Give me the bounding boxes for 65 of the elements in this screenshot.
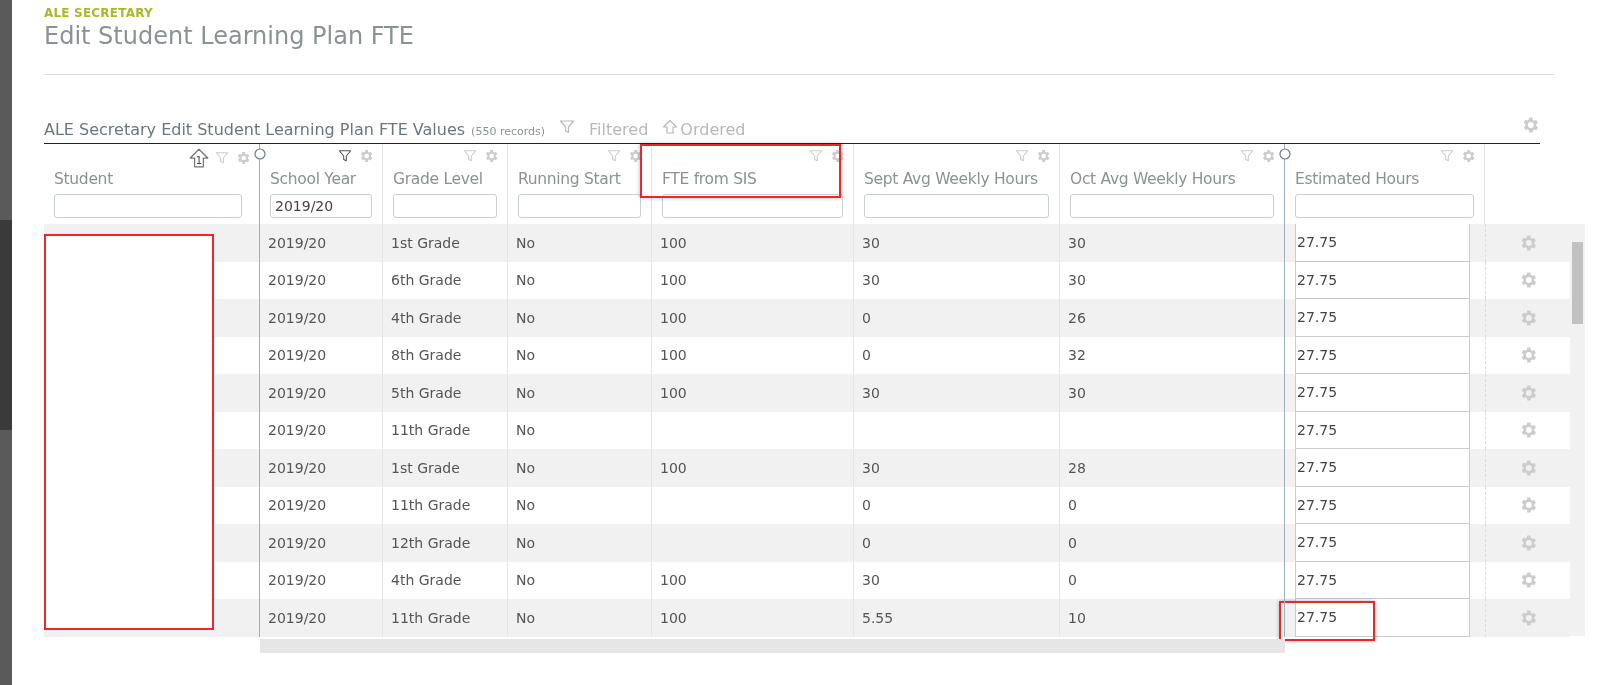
table-cell: 100	[652, 374, 854, 412]
table-cell: 100	[652, 599, 854, 637]
table-cell: 100	[652, 449, 854, 487]
table-cell: 1st Grade	[383, 449, 508, 487]
table-cell: 2019/20	[260, 374, 383, 412]
table-cell: 0	[854, 524, 1060, 562]
table-cell: 5th Grade	[383, 374, 508, 412]
vertical-scrollbar[interactable]	[1570, 224, 1585, 636]
table-cell: 2019/20	[260, 524, 383, 562]
column-filter-field[interactable]	[662, 194, 843, 218]
column-filter-field[interactable]: 2019/20	[270, 194, 372, 218]
table-cell: 0	[854, 299, 1060, 337]
column-filter-field[interactable]	[1295, 194, 1474, 218]
gear-icon[interactable]	[627, 148, 643, 164]
sort-order-icon[interactable]: 1	[189, 148, 209, 168]
hours-field[interactable]: 27.75	[1295, 374, 1470, 412]
hours-field[interactable]: 27.75	[1295, 449, 1470, 487]
column-filter-field[interactable]	[864, 194, 1049, 218]
table-cell: No	[508, 449, 652, 487]
table-cell: 100	[652, 299, 854, 337]
column-filter-field[interactable]	[1070, 194, 1274, 218]
table-cell: No	[508, 599, 652, 637]
table-cell: 28	[1060, 449, 1285, 487]
table-cell: 100	[652, 224, 854, 262]
table-cell: 4th Grade	[383, 299, 508, 337]
table-cell: No	[508, 374, 652, 412]
table-cell: 2019/20	[260, 449, 383, 487]
column-filter-field[interactable]	[393, 194, 497, 218]
hours-field[interactable]: 27.75	[1295, 299, 1470, 337]
table-cell: 26	[1060, 299, 1285, 337]
hours-field[interactable]: 27.75	[1295, 411, 1470, 449]
table-cell: No	[508, 299, 652, 337]
table-cell: 30	[1060, 374, 1285, 412]
table-cell: 5.55	[854, 599, 1060, 637]
table-cell: 2019/20	[260, 599, 383, 637]
table-cell: 30	[1060, 224, 1285, 262]
record-count: (550 records)	[471, 125, 546, 138]
table-cell: 2019/20	[260, 299, 383, 337]
table-cell: No	[508, 224, 652, 262]
table-cell: 2019/20	[260, 224, 383, 262]
breadcrumb: ALE SECRETARY	[44, 6, 154, 20]
hours-field[interactable]: 27.75	[1295, 486, 1470, 524]
column-filter-field[interactable]	[54, 194, 242, 218]
filter-icon[interactable]	[338, 149, 352, 163]
page-title: Edit Student Learning Plan FTE	[44, 22, 415, 50]
table-cell: No	[508, 524, 652, 562]
horizontal-scrollbar[interactable]	[260, 638, 1285, 653]
up-arrow-icon	[662, 119, 679, 135]
hours-field[interactable]: 27.75	[1295, 261, 1470, 299]
table-cell: 30	[854, 449, 1060, 487]
hours-field[interactable]: 27.75	[1295, 599, 1470, 637]
table-cell: 11th Grade	[383, 599, 508, 637]
hours-field[interactable]: 27.75	[1295, 524, 1470, 562]
table-cell: 0	[1060, 524, 1285, 562]
gear-icon[interactable]	[829, 148, 845, 164]
table-cell: 10	[1060, 599, 1285, 637]
column-filter-field[interactable]	[518, 194, 641, 218]
table-cell: 30	[854, 224, 1060, 262]
grid-title: ALE Secretary Edit Student Learning Plan FTE Values	[44, 120, 466, 139]
table-cell: 1st Grade	[383, 224, 508, 262]
hours-field[interactable]: 27.75	[1295, 336, 1470, 374]
table-cell: 30	[854, 374, 1060, 412]
hours-field[interactable]: 27.75	[1295, 224, 1470, 262]
hours-field[interactable]: 27.75	[1295, 561, 1470, 599]
table-cell: 12th Grade	[383, 524, 508, 562]
